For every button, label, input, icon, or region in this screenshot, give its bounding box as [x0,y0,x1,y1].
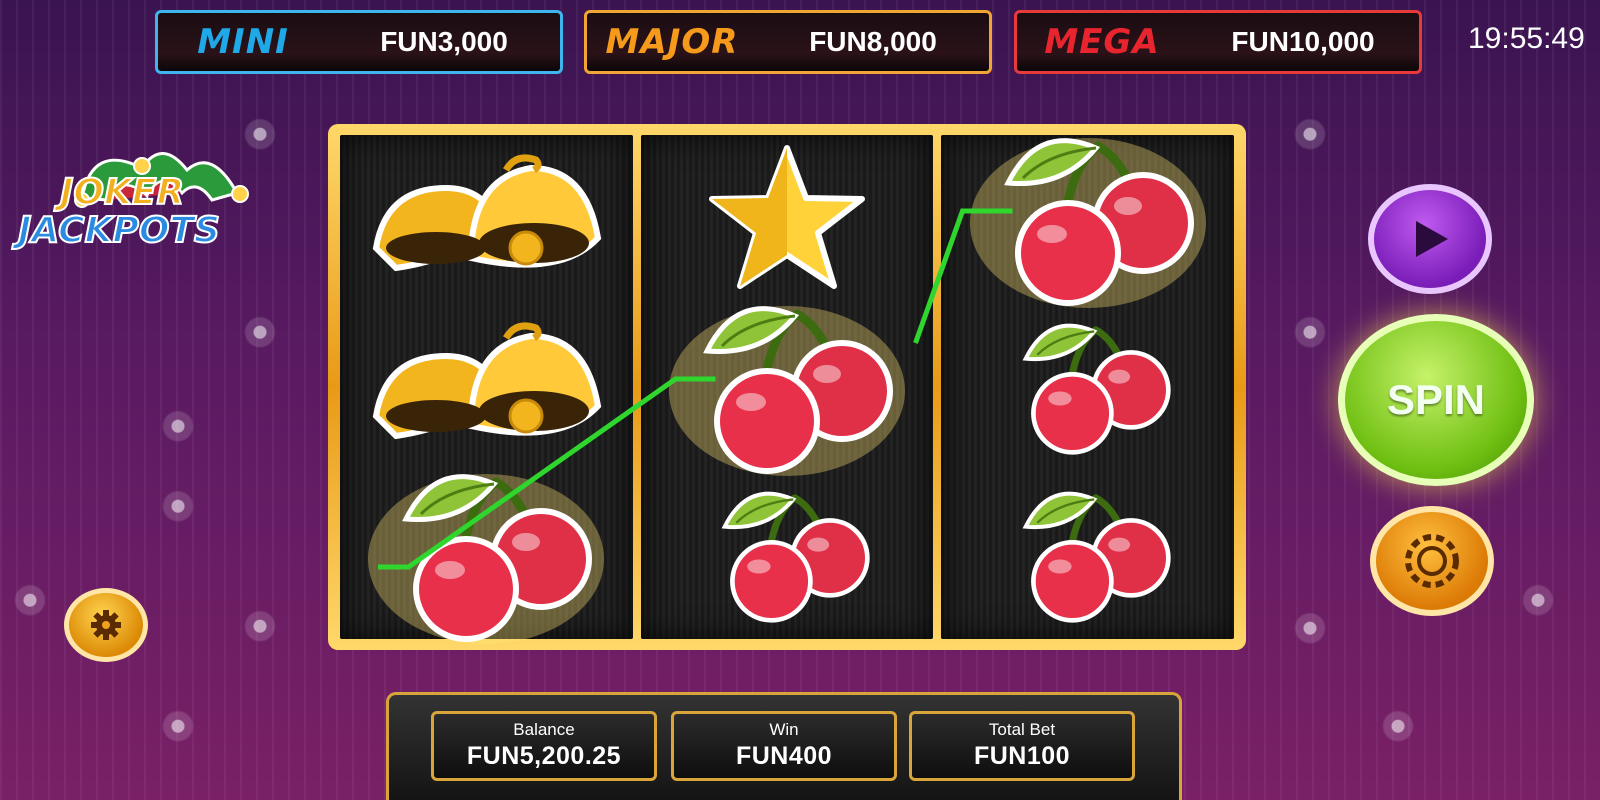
bell-icon [373,154,602,272]
autoplay-button[interactable] [1368,184,1492,294]
game-logo: JOKER JACKPOTS [12,138,252,256]
cherry-large-icon [969,138,1206,308]
win-box: Win FUN400 [671,711,897,781]
logo-line1: JOKER [59,171,185,214]
balance-label: Balance [513,720,575,739]
cherry-symbol [941,303,1234,469]
jackpot-mini-label: MINI [197,22,289,62]
bell-icon [373,322,602,440]
balance-box: Balance FUN5,200.25 [431,711,657,781]
bell-symbol [340,135,633,301]
bet-button[interactable] [1370,506,1494,616]
info-panel: Balance FUN5,200.25 Win FUN400 Total Bet… [386,692,1182,800]
chip-icon [1405,534,1459,588]
jackpot-mega: MEGA FUN10,000 [1014,10,1422,74]
total-bet-box[interactable]: Total Bet FUN100 [909,711,1135,781]
jackpot-mega-label: MEGA [1044,22,1160,62]
cherry-large-symbol [941,135,1234,308]
total-bet-value: FUN100 [973,742,1071,770]
reel-1 [340,135,633,644]
jackpot-mini-value: FUN3,000 [380,26,508,57]
cherry-symbol [641,471,934,637]
cherry-large-symbol [340,471,633,644]
reels [340,135,1235,644]
bell-symbol [340,303,633,469]
reel-frame [328,124,1246,650]
jackpot-major: MAJOR FUN8,000 [584,10,992,74]
cherry-icon [721,491,870,623]
background-light [1292,612,1328,648]
jackpot-major-label: MAJOR [605,22,739,62]
cherry-large-symbol [641,303,934,476]
cherry-large-icon [669,306,905,476]
star-icon [709,145,865,289]
background-light [12,584,48,620]
background-light [1292,316,1328,352]
background-light [1520,584,1556,620]
spin-button[interactable]: SPIN [1338,314,1534,486]
clock: 19:55:49 [1468,22,1585,55]
star-symbol [641,135,934,301]
play-icon [1416,221,1448,257]
total-bet-label: Total Bet [988,720,1056,739]
reel-2 [640,135,934,639]
win-value: FUN400 [735,742,833,770]
reel-3 [941,135,1235,639]
jackpot-major-value: FUN8,000 [809,26,937,57]
background-light [160,710,196,746]
win-label: Win [769,720,799,739]
background-light [160,410,196,446]
gear-icon [91,610,121,640]
background-light [160,490,196,526]
background-light [1380,710,1416,746]
jackpot-mini: MINI FUN3,000 [155,10,563,74]
jackpot-mega-value: FUN10,000 [1231,26,1375,57]
background-light [242,316,278,352]
cherry-symbol [941,471,1234,637]
settings-button[interactable] [64,588,148,662]
cherry-icon [1022,323,1171,455]
spin-label: SPIN [1386,376,1486,423]
balance-value: FUN5,200.25 [466,742,622,770]
cherry-large-icon [368,474,605,644]
background-light [242,610,278,646]
logo-line2: JACKPOTS [17,209,221,252]
cherry-icon [1022,491,1171,623]
background-light [1292,118,1328,154]
